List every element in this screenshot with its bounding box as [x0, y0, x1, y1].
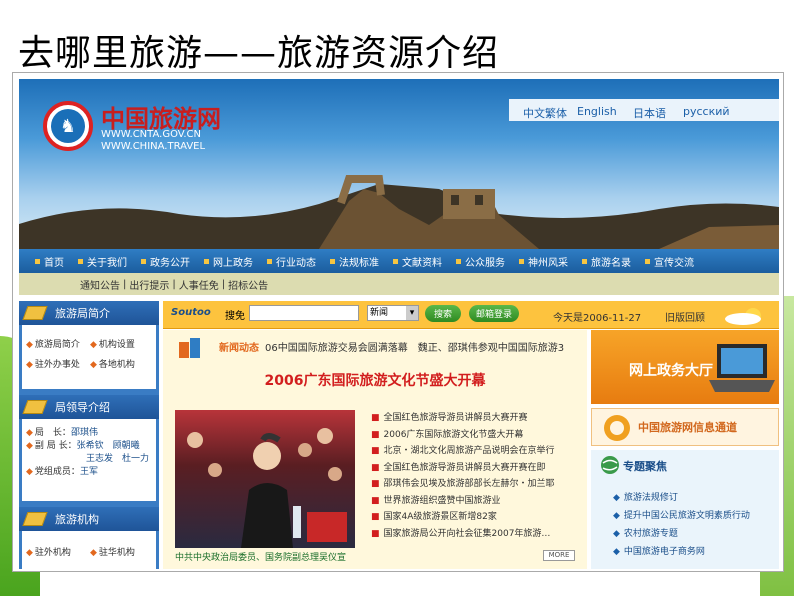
- news-item[interactable]: ■ 世界旅游组织盛赞中国旅游业: [371, 493, 581, 510]
- person-speaking-photo: [187, 428, 347, 548]
- folder-icon: [22, 306, 48, 320]
- search-button[interactable]: 搜索: [425, 305, 461, 322]
- search-bar: Soutoo 搜免 新闻 ▾ 搜索 邮箱登录 今天是2006-11-27 旧版回顾: [163, 301, 779, 329]
- info-channel-label: 中国旅游网信息通道: [638, 421, 737, 434]
- news-item[interactable]: ■ 全国红色旅游导游员讲解员大赛开赛在即: [371, 460, 581, 477]
- search-category-select[interactable]: 新闻 ▾: [367, 305, 419, 321]
- main-nav: 首页 关于我们 政务公开 网上政务 行业动态 法规标准 文献资料 公众服务 神州…: [19, 249, 779, 273]
- news-item[interactable]: ■ 国家4A级旅游景区新增82家: [371, 509, 581, 526]
- logo-url-cnta: WWW.CNTA.GOV.CN: [101, 129, 201, 140]
- soutoo-logo: Soutoo: [171, 307, 211, 318]
- mail-login-button[interactable]: 邮箱登录: [469, 305, 519, 322]
- subnav-appointments[interactable]: 人事任免: [176, 277, 222, 292]
- link-overseas-office[interactable]: ◆ 驻外办事处: [26, 357, 90, 377]
- screenshot-frame: ♞ 中国旅游网 WWW.CNTA.GOV.CN WWW.CHINA.TRAVEL…: [12, 72, 784, 572]
- photo-caption[interactable]: 中共中央政治局委员、国务院副总理吴仪宣: [175, 550, 375, 563]
- lang-japanese[interactable]: 日本语: [633, 105, 666, 121]
- slide-title: 去哪里旅游——旅游资源介绍: [18, 33, 500, 74]
- globe-icon: [601, 456, 619, 474]
- news-item[interactable]: ■ 全国红色旅游导游员讲解员大赛开赛: [371, 410, 581, 427]
- website: ♞ 中国旅游网 WWW.CNTA.GOV.CN WWW.CHINA.TRAVEL…: [19, 79, 779, 569]
- news-item[interactable]: ■ 北京・湖北文化周旅游产品说明会在京举行: [371, 443, 581, 460]
- more-button[interactable]: MORE: [543, 550, 575, 561]
- leader-row: ◆ 副 局 长：张希钦 顾朝曦: [26, 441, 140, 451]
- box-agencies: ◆ 驻外机构 ◆ 驻华机构: [22, 531, 156, 569]
- old-version-link[interactable]: 旧版回顾: [665, 309, 705, 324]
- horse-emblem-icon: ♞: [51, 109, 85, 143]
- box-bureau-intro: ◆ 旅游局简介 ◆ 机构设置 ◆ 驻外办事处 ◆ 各地机构: [22, 325, 156, 389]
- link-local-agencies[interactable]: ◆ 各地机构: [90, 357, 135, 377]
- link-org-structure[interactable]: ◆ 机构设置: [90, 337, 135, 357]
- right-column: 网上政务大厅 中国旅游网信息通道 专题聚焦 ◆ 旅游法规修订 ◆ 提升中国公民旅游文…: [591, 330, 779, 569]
- ticker-text[interactable]: 06中国国际旅游交易会圆满落幕 魏正、邵琪伟参观中国国际旅游3: [265, 339, 564, 354]
- news-item[interactable]: ■ 国家旅游局公开向社会征集2007年旅游…: [371, 526, 581, 543]
- link-agencies-in-china[interactable]: ◆ 驻华机构: [90, 545, 135, 558]
- laptop-icon: [709, 344, 775, 392]
- person-icon: [22, 400, 48, 414]
- nav-promotion[interactable]: 宣传交流: [637, 254, 700, 269]
- lang-russian[interactable]: русский: [683, 105, 730, 118]
- subnav-notices[interactable]: 通知公告: [77, 277, 123, 292]
- nav-regulations[interactable]: 法规标准: [322, 254, 385, 269]
- nav-about[interactable]: 关于我们: [70, 254, 133, 269]
- nav-public-service[interactable]: 公众服务: [448, 254, 511, 269]
- news-photo[interactable]: [175, 410, 355, 548]
- topic-focus-box: 专题聚焦 ◆ 旅游法规修订 ◆ 提升中国公民旅游文明素质行动 ◆ 农村旅游专题 ◆ 中国…: [591, 450, 779, 569]
- info-channel-banner[interactable]: 中国旅游网信息通道: [591, 408, 779, 446]
- news-item[interactable]: ■ 2006广东国际旅游文化节盛大开幕: [371, 427, 581, 444]
- box-agencies-header: 旅游机构: [19, 507, 159, 531]
- topic-item[interactable]: ◆ 旅游法规修订: [613, 490, 750, 508]
- topic-item[interactable]: ◆ 中国旅游电子商务网: [613, 544, 750, 562]
- link-overseas-agencies[interactable]: ◆ 驻外机构: [26, 545, 90, 558]
- chevron-down-icon: ▾: [406, 306, 418, 320]
- cnta-logo[interactable]: ♞: [43, 101, 93, 151]
- cloud-sun-icon: [725, 308, 761, 325]
- news-books-icon: [179, 338, 200, 358]
- gov-hall-label: 网上政务大厅: [629, 363, 713, 379]
- nav-online-gov[interactable]: 网上政务: [196, 254, 259, 269]
- news-center: 新闻动态 06中国国际旅游交易会圆满落幕 魏正、邵琪伟参观中国国际旅游3 200…: [163, 330, 587, 569]
- site-header-banner: ♞ 中国旅游网 WWW.CNTA.GOV.CN WWW.CHINA.TRAVEL…: [19, 79, 779, 249]
- search-input[interactable]: [249, 305, 359, 321]
- news-ticker: 新闻动态 06中国国际旅游交易会圆满落幕 魏正、邵琪伟参观中国国际旅游3: [163, 330, 587, 362]
- box-leaders-header: 局领导介绍: [19, 395, 159, 419]
- news-headline[interactable]: 2006广东国际旅游文化节盛大开幕: [163, 370, 587, 390]
- left-sidebar: 旅游局简介 ◆ 旅游局简介 ◆ 机构设置 ◆ 驻外办事处 ◆ 各地机构 局领导介绍 ◆ 局…: [19, 301, 159, 569]
- sub-nav: 通知公告 | 出行提示 | 人事任免 | 招标公告: [19, 273, 779, 295]
- leader-row: ◆ 局 长：邵琪伟: [26, 428, 98, 438]
- logo-url-china-travel: WWW.CHINA.TRAVEL: [101, 141, 206, 152]
- subnav-tenders[interactable]: 招标公告: [225, 277, 271, 292]
- emblem-icon: [604, 415, 630, 441]
- online-gov-hall-banner[interactable]: 网上政务大厅: [591, 330, 779, 404]
- nav-gov-affairs[interactable]: 政务公开: [133, 254, 196, 269]
- lang-traditional-chinese[interactable]: 中文繁体: [523, 105, 567, 121]
- box-bureau-intro-header: 旅游局简介: [19, 301, 159, 325]
- leader-row: ◆ 党组成员：王军: [26, 467, 98, 477]
- subnav-travel-tips[interactable]: 出行提示: [126, 277, 172, 292]
- leader-row: 王志发 杜一力: [86, 454, 150, 464]
- box-leaders: ◆ 局 长：邵琪伟 ◆ 副 局 长：张希钦 顾朝曦 王志发 杜一力 ◆ 党组成员：王军: [22, 419, 156, 501]
- topic-item[interactable]: ◆ 提升中国公民旅游文明素质行动: [613, 508, 750, 526]
- lang-english[interactable]: English: [577, 105, 617, 118]
- nav-directory[interactable]: 旅游名录: [574, 254, 637, 269]
- news-item[interactable]: ■ 邵琪伟会见埃及旅游部部长左赫尔・加兰耶: [371, 476, 581, 493]
- nav-industry-news[interactable]: 行业动态: [259, 254, 322, 269]
- topic-list: ◆ 旅游法规修订 ◆ 提升中国公民旅游文明素质行动 ◆ 农村旅游专题 ◆ 中国旅游电子商…: [613, 490, 750, 562]
- link-bureau-intro[interactable]: ◆ 旅游局简介: [26, 337, 90, 357]
- ticker-label: 新闻动态: [219, 342, 259, 354]
- topic-item[interactable]: ◆ 农村旅游专题: [613, 526, 750, 544]
- news-list: ■ 全国红色旅游导游员讲解员大赛开赛 ■ 2006广东国际旅游文化节盛大开幕 ■ 北京…: [371, 410, 581, 542]
- topic-title: 专题聚焦: [623, 460, 667, 473]
- building-icon: [22, 512, 48, 526]
- nav-home[interactable]: 首页: [27, 254, 70, 269]
- today-date: 今天是2006-11-27: [553, 313, 642, 324]
- nav-scenery[interactable]: 神州风采: [511, 254, 574, 269]
- search-label: 搜免: [225, 311, 245, 322]
- nav-documents[interactable]: 文献资料: [385, 254, 448, 269]
